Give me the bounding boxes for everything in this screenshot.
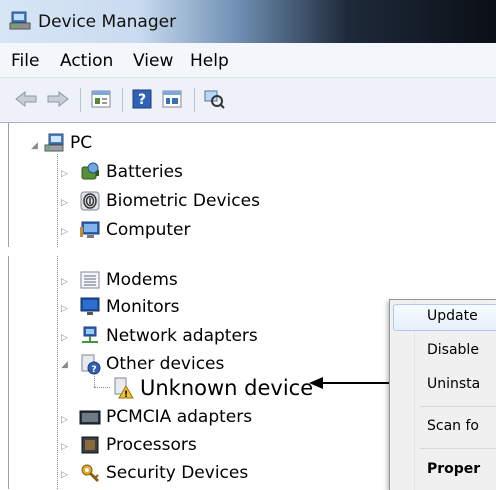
tree-item-label: Security Devices <box>106 463 249 483</box>
tree-connector <box>57 154 58 247</box>
properties-button[interactable] <box>88 87 114 111</box>
title-bar: Device Manager <box>0 0 496 43</box>
expand-expander-icon[interactable]: ▷ <box>61 304 68 314</box>
scan-hardware-button[interactable] <box>201 87 227 111</box>
key-icon <box>81 464 100 483</box>
tree-item-label: Modems <box>106 270 178 290</box>
expand-expander-icon[interactable]: ▷ <box>61 169 68 179</box>
tree-root-label: PC <box>70 133 93 153</box>
expand-expander-icon[interactable]: ▷ <box>61 227 68 237</box>
toolbar-separator <box>80 88 81 112</box>
expand-expander-icon[interactable]: ▷ <box>61 198 68 208</box>
toolbar-separator <box>122 88 123 112</box>
context-menu-update-driver[interactable]: Update <box>427 308 496 324</box>
context-menu-uninstall[interactable]: Uninsta <box>427 376 496 392</box>
tree-item-processors[interactable]: Processors <box>79 431 197 459</box>
properties-icon <box>91 90 111 108</box>
tree-item-security-devices[interactable]: Security Devices <box>79 459 248 487</box>
menu-action[interactable]: Action <box>60 51 113 71</box>
tree-item-network-adapters[interactable]: Network adapters <box>79 322 258 350</box>
tree-item-label: Network adapters <box>106 326 258 346</box>
expand-expander-icon[interactable]: ▷ <box>61 415 68 425</box>
device-manager-icon <box>9 11 31 30</box>
computer-icon <box>44 133 64 152</box>
back-button[interactable] <box>13 87 39 111</box>
tree-item-modems[interactable]: Modems <box>79 266 178 294</box>
warning-device-icon: ! <box>114 377 134 399</box>
update-driver-icon <box>162 90 182 108</box>
context-menu-disable[interactable]: Disable <box>427 342 496 358</box>
window-title: Device Manager <box>38 12 177 32</box>
modem-icon <box>80 271 100 289</box>
toolbar: ? <box>0 78 496 123</box>
tree-connector <box>94 374 95 387</box>
context-menu-separator <box>420 448 496 449</box>
context-menu: Update Disable Uninsta Scan fo Proper <box>389 299 496 490</box>
pcmcia-card-icon <box>79 410 101 425</box>
update-driver-button[interactable] <box>159 87 185 111</box>
menu-bar: File Action View Help <box>0 43 496 78</box>
tree-item-label: Batteries <box>106 162 183 182</box>
forward-button[interactable] <box>45 87 71 111</box>
tree-connector <box>94 387 110 388</box>
tree-item-label: Other devices <box>106 354 225 374</box>
menu-view[interactable]: View <box>133 51 173 71</box>
tree-item-label: Processors <box>106 435 197 455</box>
pane-border <box>8 123 9 247</box>
tree-item-label: Monitors <box>106 297 180 317</box>
tree-item-label: Computer <box>106 220 191 240</box>
tree-item-pcmcia-adapters[interactable]: PCMCIA adapters <box>79 403 252 431</box>
tree-item-monitors[interactable]: Monitors <box>79 293 179 321</box>
network-adapter-icon <box>82 326 98 343</box>
tree-item-label: PCMCIA adapters <box>106 407 253 427</box>
expand-expander-icon[interactable]: ▷ <box>61 277 68 287</box>
annotation-arrow <box>309 377 389 389</box>
context-menu-scan[interactable]: Scan fo <box>427 418 496 434</box>
processor-icon <box>81 436 99 454</box>
menu-file[interactable]: File <box>11 51 39 71</box>
unknown-device-icon: ? <box>81 354 101 375</box>
help-icon: ? <box>132 89 152 109</box>
tree-connector <box>57 256 58 489</box>
tree-item-computer[interactable]: Computer <box>79 216 191 244</box>
svg-text:?: ? <box>138 92 146 108</box>
collapse-expander-icon[interactable]: ◢ <box>61 360 68 370</box>
expand-expander-icon[interactable]: ▷ <box>61 442 68 452</box>
monitor-icon <box>80 297 100 315</box>
context-menu-properties[interactable]: Proper <box>427 461 496 477</box>
collapse-expander-icon[interactable]: ◢ <box>31 141 38 151</box>
monitor-icon <box>80 221 100 238</box>
fingerprint-icon <box>80 191 100 211</box>
image-gap <box>8 247 496 256</box>
expand-expander-icon[interactable]: ▷ <box>61 470 68 480</box>
tree-item-biometric-devices[interactable]: Biometric Devices <box>79 187 260 215</box>
toolbar-separator <box>194 88 195 112</box>
tree-item-batteries[interactable]: Batteries <box>79 158 183 186</box>
help-button[interactable]: ? <box>129 87 155 111</box>
tree-item-unknown-device[interactable]: ! Unknown device <box>112 374 313 402</box>
svg-text:!: ! <box>124 390 128 399</box>
pane-border <box>8 256 9 489</box>
back-arrow-icon <box>15 90 37 108</box>
forward-arrow-icon <box>47 90 69 108</box>
expand-expander-icon[interactable]: ▷ <box>61 333 68 343</box>
context-menu-separator <box>420 406 496 407</box>
tree-root-pc[interactable]: PC <box>43 129 92 157</box>
tree-item-label: Biometric Devices <box>106 191 260 211</box>
battery-icon <box>81 162 99 180</box>
menu-help[interactable]: Help <box>190 51 229 71</box>
scan-hardware-icon <box>204 90 225 109</box>
unknown-device-label: Unknown device <box>140 376 314 400</box>
